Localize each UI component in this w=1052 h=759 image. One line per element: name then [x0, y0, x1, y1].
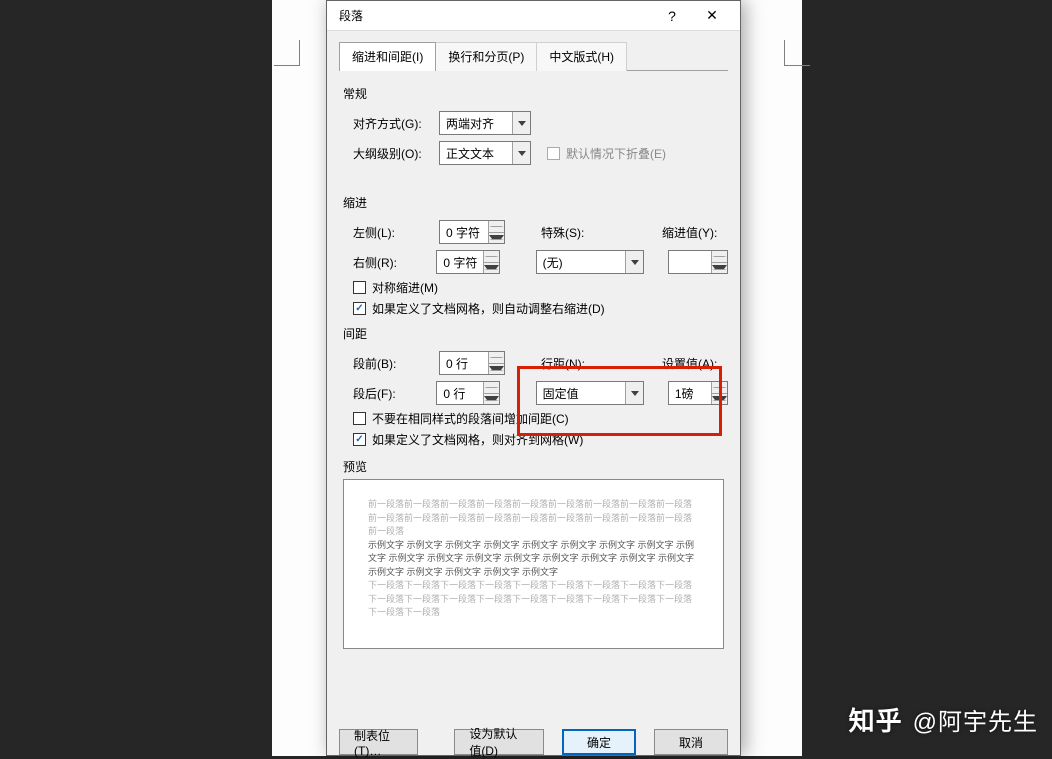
- section-preview: 预览: [343, 458, 728, 475]
- indent-right-spinner[interactable]: 0 字符: [436, 250, 500, 274]
- crop-mark: [784, 40, 810, 66]
- section-indent: 缩进: [343, 194, 728, 211]
- spin-down-icon[interactable]: [484, 263, 499, 274]
- section-general: 常规: [343, 85, 728, 102]
- checkbox-icon[interactable]: [353, 433, 366, 446]
- spin-up-icon[interactable]: [489, 221, 504, 233]
- checkbox-icon[interactable]: [353, 412, 366, 425]
- indent-by-label: 缩进值(Y):: [662, 224, 728, 241]
- spin-up-icon[interactable]: [489, 352, 504, 364]
- spin-down-icon[interactable]: [489, 364, 504, 375]
- line-spacing-combo[interactable]: 固定值: [536, 381, 644, 405]
- indent-by-spinner[interactable]: [668, 250, 728, 274]
- preview-faded-text: 下一段落下一段落下一段落下一段落下一段落下一段落下一段落下一段落下一段落下一段落…: [368, 579, 699, 620]
- indent-left-spinner[interactable]: 0 字符: [439, 220, 505, 244]
- line-spacing-label: 行距(N):: [541, 355, 601, 372]
- spin-up-icon[interactable]: [484, 251, 499, 263]
- mirror-indent-checkbox[interactable]: 对称缩进(M): [353, 279, 728, 296]
- at-spinner[interactable]: 1磅: [668, 381, 728, 405]
- watermark: 知乎 @阿宇先生: [849, 701, 1038, 738]
- checkbox-icon: [547, 147, 560, 160]
- tab-asian[interactable]: 中文版式(H): [537, 42, 627, 71]
- outline-combo[interactable]: 正文文本: [439, 141, 531, 165]
- indent-right-label: 右侧(R):: [353, 254, 428, 271]
- chevron-down-icon[interactable]: [512, 112, 530, 134]
- spin-up-icon[interactable]: [484, 382, 499, 394]
- checkbox-icon[interactable]: [353, 302, 366, 315]
- snap-to-grid-checkbox[interactable]: 如果定义了文档网格，则对齐到网格(W): [353, 431, 728, 448]
- at-label: 设置值(A):: [662, 355, 728, 372]
- preview-box: 前一段落前一段落前一段落前一段落前一段落前一段落前一段落前一段落前一段落前一段落…: [343, 479, 724, 649]
- spin-down-icon[interactable]: [489, 233, 504, 244]
- spin-down-icon[interactable]: [712, 263, 727, 274]
- crop-mark: [274, 40, 300, 66]
- special-combo[interactable]: (无): [536, 250, 644, 274]
- cancel-button[interactable]: 取消: [654, 729, 728, 755]
- space-after-label: 段后(F):: [353, 385, 428, 402]
- tabs-button[interactable]: 制表位(T)…: [339, 729, 418, 755]
- space-before-spinner[interactable]: 0 行: [439, 351, 505, 375]
- space-before-label: 段前(B):: [353, 355, 431, 372]
- checkbox-icon[interactable]: [353, 281, 366, 294]
- tab-line-page[interactable]: 换行和分页(P): [436, 42, 537, 71]
- ok-button[interactable]: 确定: [562, 729, 636, 755]
- alignment-combo[interactable]: 两端对齐: [439, 111, 531, 135]
- dialog-buttons: 制表位(T)… 设为默认值(D) 确定 取消: [327, 719, 740, 755]
- title-bar: 段落 ? ✕: [327, 1, 740, 31]
- collapse-checkbox: 默认情况下折叠(E): [547, 145, 666, 162]
- spin-down-icon[interactable]: [484, 394, 499, 405]
- dialog-body: 常规 对齐方式(G): 两端对齐 大纲级别(O): 正文文本 默认情况下折叠(E…: [327, 71, 740, 719]
- spin-up-icon[interactable]: [712, 251, 727, 263]
- indent-left-label: 左侧(L):: [353, 224, 431, 241]
- special-label: 特殊(S):: [541, 224, 601, 241]
- paragraph-dialog: 段落 ? ✕ 缩进和间距(I) 换行和分页(P) 中文版式(H) 常规 对齐方式…: [326, 0, 741, 756]
- watermark-author: @阿宇先生: [913, 702, 1038, 737]
- space-after-spinner[interactable]: 0 行: [436, 381, 500, 405]
- no-space-same-style-checkbox[interactable]: 不要在相同样式的段落间增加间距(C): [353, 410, 728, 427]
- set-default-button[interactable]: 设为默认值(D): [454, 729, 544, 755]
- close-button[interactable]: ✕: [692, 1, 732, 31]
- spin-up-icon[interactable]: [712, 382, 727, 394]
- auto-right-indent-checkbox[interactable]: 如果定义了文档网格，则自动调整右缩进(D): [353, 300, 728, 317]
- help-button[interactable]: ?: [652, 1, 692, 31]
- outline-label: 大纲级别(O):: [353, 145, 431, 162]
- zhihu-logo: 知乎: [849, 701, 903, 738]
- dialog-title: 段落: [339, 7, 652, 24]
- chevron-down-icon[interactable]: [625, 251, 643, 273]
- tab-indent-spacing[interactable]: 缩进和间距(I): [339, 42, 436, 71]
- section-spacing: 间距: [343, 325, 728, 342]
- chevron-down-icon[interactable]: [625, 382, 643, 404]
- preview-faded-text: 前一段落前一段落前一段落前一段落前一段落前一段落前一段落前一段落前一段落前一段落…: [368, 498, 699, 539]
- tab-strip: 缩进和间距(I) 换行和分页(P) 中文版式(H): [327, 31, 740, 70]
- preview-sample-text: 示例文字 示例文字 示例文字 示例文字 示例文字 示例文字 示例文字 示例文字 …: [368, 539, 699, 580]
- spin-down-icon[interactable]: [712, 394, 727, 405]
- alignment-label: 对齐方式(G):: [353, 115, 431, 132]
- chevron-down-icon[interactable]: [512, 142, 530, 164]
